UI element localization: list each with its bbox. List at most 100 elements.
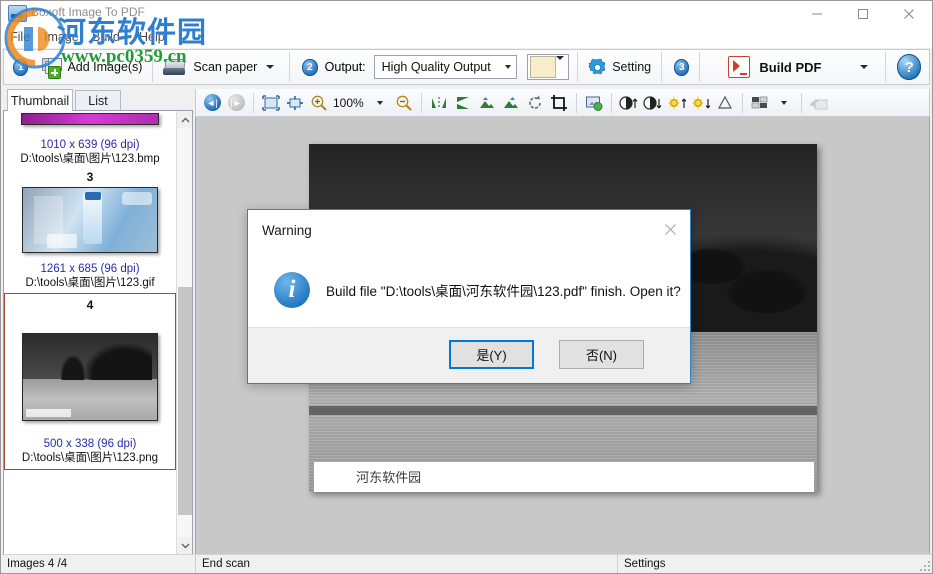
toolbar-separator [575, 92, 577, 113]
rotate-left-button[interactable] [476, 92, 498, 114]
refresh-image-button[interactable] [583, 92, 605, 114]
toolbar-separator [152, 52, 154, 82]
gamma-button[interactable] [714, 92, 736, 114]
panel-tabs: Thumbnail List [3, 89, 193, 111]
list-item[interactable]: 4 500 x 338 (96 dpi) D:\tools\桌面\图片\123.… [4, 293, 176, 470]
zoom-level: 100% [333, 95, 364, 110]
scan-paper-button[interactable]: Scan paper [156, 52, 259, 82]
fit-page-button[interactable] [260, 92, 282, 114]
zoom-level-dropdown[interactable] [369, 92, 391, 114]
scan-paper-dropdown[interactable] [260, 56, 280, 78]
undo-button[interactable] [808, 92, 830, 114]
step-2-badge: 2 [302, 58, 318, 76]
first-page-icon: ◄| [203, 94, 221, 111]
dialog-yes-button[interactable]: 是(Y) [449, 340, 534, 369]
thumbnail-list[interactable]: 1010 x 639 (96 dpi) D:\tools\桌面\图片\123.b… [3, 110, 193, 555]
refresh-image-icon [585, 96, 603, 111]
brightness-down-button[interactable] [690, 92, 712, 114]
pdf-icon [728, 56, 751, 78]
thumbnail-index: 3 [86, 170, 94, 184]
status-bar: Images 4 /4 End scan Settings [1, 554, 932, 573]
maximize-button[interactable] [840, 1, 886, 26]
gear-icon [588, 58, 607, 77]
warning-dialog: Warning i Build file "D:\tools\桌面\河东软件园\… [247, 209, 691, 384]
zoom-out-button[interactable] [393, 92, 415, 114]
add-images-button[interactable]: Add Image(s) [35, 52, 149, 82]
menu-file[interactable]: File [5, 29, 35, 45]
dialog-body: i Build file "D:\tools\桌面\河东软件园\123.pdf"… [248, 252, 690, 328]
toolbar-separator [800, 92, 802, 113]
flip-vertical-button[interactable] [452, 92, 474, 114]
zoom-in-icon [311, 95, 327, 111]
thumbnail-panel: Thumbnail List 1010 x 639 (96 dpi) D:\to… [3, 89, 193, 555]
status-images: Images 4 /4 [7, 558, 68, 570]
zoom-in-button[interactable] [308, 92, 330, 114]
brightness-up-button[interactable] [666, 92, 688, 114]
chevron-down-icon [266, 65, 275, 69]
brightness-up-icon [668, 96, 686, 109]
layout-dropdown[interactable] [773, 92, 795, 114]
setting-button[interactable]: Setting [581, 52, 658, 82]
layout-icon [751, 96, 768, 109]
thumbnail-resolution: 1261 x 685 (96 dpi) [40, 263, 140, 275]
page-color-picker[interactable] [527, 54, 570, 80]
minimize-button[interactable] [794, 1, 840, 26]
menu-image[interactable]: Image [39, 29, 84, 45]
contrast-up-button[interactable] [618, 92, 640, 114]
last-page-button[interactable]: |► [225, 92, 247, 114]
dialog-close-button[interactable] [658, 219, 682, 239]
flip-vertical-icon [456, 96, 469, 109]
application-window: Boxoft Image To PDF File Image Build Hel… [0, 0, 933, 574]
tab-list[interactable]: List [75, 90, 121, 111]
chevron-down-icon [376, 100, 383, 105]
thumbnail-scrollbar[interactable] [176, 111, 192, 554]
thumbnail-index: 4 [86, 298, 94, 312]
dialog-no-button[interactable]: 否(N) [559, 340, 644, 369]
close-button[interactable] [886, 1, 932, 26]
contrast-down-icon [643, 95, 662, 110]
contrast-down-button[interactable] [642, 92, 664, 114]
thumbnail-path: D:\tools\桌面\图片\123.bmp [20, 153, 160, 165]
thumbnail-image [22, 333, 158, 421]
fit-width-button[interactable] [284, 92, 306, 114]
list-item[interactable]: 3 1261 x 685 (96 dpi) D:\tools\桌面\图片\123… [4, 166, 176, 290]
help-button[interactable]: ? [897, 54, 921, 80]
scroll-down-button[interactable] [177, 537, 192, 554]
rotate-button[interactable] [524, 92, 546, 114]
toolbar-separator [741, 92, 743, 113]
tab-thumbnail[interactable]: Thumbnail [7, 89, 73, 111]
crop-button[interactable] [548, 92, 570, 114]
fit-page-icon [262, 94, 280, 111]
thumbnail-image [21, 113, 159, 125]
dialog-footer: 是(Y) 否(N) [248, 327, 690, 383]
menu-help[interactable]: Help [134, 29, 170, 45]
status-settings: Settings [624, 558, 666, 570]
list-item[interactable]: 1010 x 639 (96 dpi) D:\tools\桌面\图片\123.b… [4, 113, 176, 166]
toolbar-separator [420, 92, 422, 113]
toolbar-separator [577, 52, 579, 82]
resize-grip-icon[interactable] [918, 559, 930, 571]
preview-overlay-text: 河东软件园 [356, 470, 422, 485]
preview-caption-strip [309, 406, 817, 416]
add-images-label: Add Image(s) [67, 60, 143, 74]
output-quality-select[interactable]: High Quality Output [373, 55, 518, 79]
first-page-button[interactable]: ◄| [201, 92, 223, 114]
main-toolbar: 1 Add Image(s) Scan paper 2 Output: High… [3, 49, 930, 85]
flip-horizontal-button[interactable] [428, 92, 450, 114]
chevron-down-icon [556, 56, 565, 74]
scroll-up-button[interactable] [177, 111, 192, 128]
fit-width-icon [287, 95, 303, 110]
crop-icon [550, 94, 567, 111]
build-pdf-dropdown[interactable] [854, 56, 874, 78]
scrollbar-thumb[interactable] [178, 287, 192, 515]
build-pdf-button[interactable]: Build PDF [721, 52, 828, 82]
menu-build[interactable]: Build [87, 29, 125, 45]
thumbnail-resolution: 500 x 338 (96 dpi) [43, 438, 137, 450]
preview-watermark-band: 河东软件园 [314, 462, 815, 492]
window-title: Boxoft Image To PDF [31, 5, 145, 19]
dialog-message: Build file "D:\tools\桌面\河东软件园\123.pdf" f… [326, 284, 681, 299]
thumbnail-path: D:\tools\桌面\图片\123.gif [25, 277, 155, 289]
toolbar-separator [253, 92, 254, 113]
layout-button[interactable] [749, 92, 771, 114]
rotate-right-button[interactable] [500, 92, 522, 114]
